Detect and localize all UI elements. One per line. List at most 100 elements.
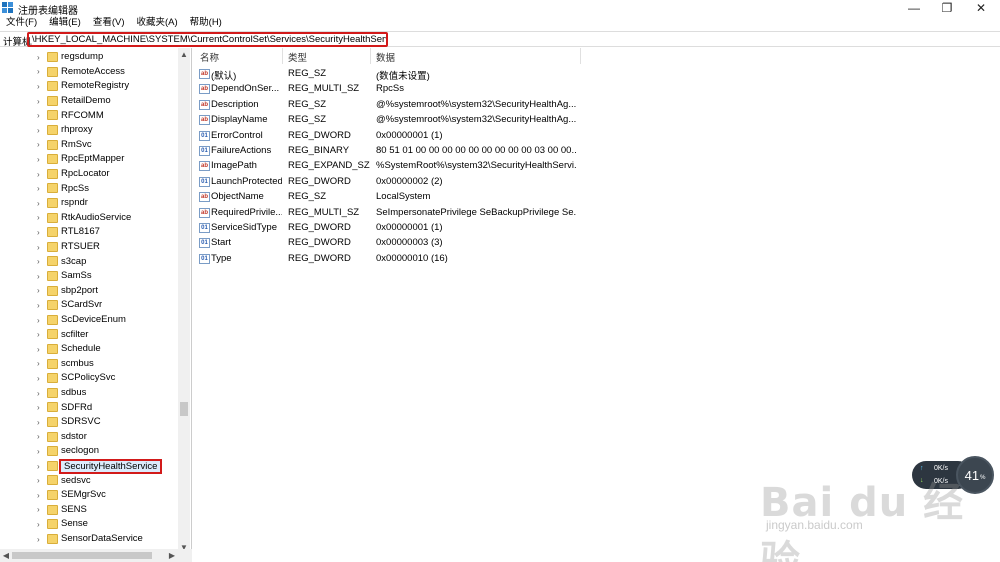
tree-item[interactable]: › RFCOMM [0,108,178,123]
expand-chevron-icon[interactable]: › [37,330,45,339]
value-row[interactable]: 01 ErrorControl REG_DWORD 0x00000001 (1) [194,129,594,144]
expand-chevron-icon[interactable]: › [37,272,45,281]
scroll-up-icon[interactable]: ▲ [178,48,190,60]
expand-chevron-icon[interactable]: › [37,67,45,76]
scroll-right-icon[interactable]: ▶ [166,549,178,562]
minimize-button[interactable]: — [899,0,929,16]
tree-item[interactable]: › ScDeviceEnum [0,313,178,328]
address-path-input[interactable]: \HKEY_LOCAL_MACHINE\SYSTEM\CurrentContro… [27,32,388,47]
menu-favorites[interactable]: 收藏夹(A) [130,16,183,30]
menu-edit[interactable]: 编辑(E) [43,16,87,30]
tree-item[interactable]: › SEMgrSvc [0,488,178,503]
tree-item[interactable]: › scfilter [0,327,178,342]
expand-chevron-icon[interactable]: › [37,228,45,237]
menu-view[interactable]: 查看(V) [87,16,131,30]
column-separator[interactable] [282,48,283,64]
value-row[interactable]: ab (默认) REG_SZ (数值未设置) [194,67,594,82]
horizontal-scroll-thumb[interactable] [12,552,152,559]
tree-item[interactable]: › SamSs [0,269,178,284]
expand-chevron-icon[interactable]: › [37,184,45,193]
expand-chevron-icon[interactable]: › [37,505,45,514]
tree-item[interactable]: › rhproxy [0,123,178,138]
column-header-name[interactable]: 名称 [200,50,219,64]
expand-chevron-icon[interactable]: › [37,126,45,135]
expand-chevron-icon[interactable]: › [37,359,45,368]
tree-item[interactable]: › sdbus [0,386,178,401]
value-row[interactable]: 01 FailureActions REG_BINARY 80 51 01 00 00… [194,144,594,159]
tree-vertical-scrollbar[interactable]: ▲ ▼ [178,48,190,553]
tree-item[interactable]: › Sense [0,517,178,532]
value-row[interactable]: ab DependOnSer... REG_MULTI_SZ RpcSs [194,82,594,97]
tree-item[interactable]: › scmbus [0,357,178,372]
scroll-left-icon[interactable]: ◀ [0,549,12,562]
expand-chevron-icon[interactable]: › [37,53,45,62]
value-row[interactable]: ab RequiredPrivile... REG_MULTI_SZ SeImpers… [194,206,594,221]
tree-item[interactable]: › seclogon [0,444,178,459]
expand-chevron-icon[interactable]: › [37,432,45,441]
expand-chevron-icon[interactable]: › [37,111,45,120]
tree-item[interactable]: › s3cap [0,254,178,269]
expand-chevron-icon[interactable]: › [37,389,45,398]
tree-item[interactable]: › RTL8167 [0,225,178,240]
tree-item[interactable]: › sdstor [0,430,178,445]
network-speed-widget[interactable]: ↑ 0K/s ↓ 0K/s 41% [912,456,994,494]
value-row[interactable]: ab DisplayName REG_SZ @%systemroot%\system3… [194,113,594,128]
tree-item[interactable]: › Schedule [0,342,178,357]
expand-chevron-icon[interactable]: › [37,345,45,354]
column-header-data[interactable]: 数据 [376,50,395,64]
value-row[interactable]: 01 Start REG_DWORD 0x00000003 (3) [194,236,594,251]
memory-usage-circle[interactable]: 41% [956,456,994,494]
value-row[interactable]: ab ImagePath REG_EXPAND_SZ %SystemRoot%\sys… [194,159,594,174]
expand-chevron-icon[interactable]: › [37,447,45,456]
tree-item[interactable]: › SCardSvr [0,298,178,313]
tree-item[interactable]: › RemoteRegistry [0,79,178,94]
value-row[interactable]: 01 ServiceSidType REG_DWORD 0x00000001 (1) [194,221,594,236]
expand-chevron-icon[interactable]: › [37,418,45,427]
value-row[interactable]: ab ObjectName REG_SZ LocalSystem [194,190,594,205]
expand-chevron-icon[interactable]: › [37,286,45,295]
expand-chevron-icon[interactable]: › [37,520,45,529]
expand-chevron-icon[interactable]: › [37,97,45,106]
expand-chevron-icon[interactable]: › [37,301,45,310]
tree-item[interactable]: › RpcLocator [0,167,178,182]
tree-item[interactable]: › RemoteAccess [0,65,178,80]
tree-item[interactable]: › RetailDemo [0,94,178,109]
close-button[interactable]: ✕ [966,0,996,16]
menu-file[interactable]: 文件(F) [0,16,43,30]
tree-item[interactable]: › RTSUER [0,240,178,255]
tree-item[interactable]: › sedsvc [0,473,178,488]
tree-item[interactable]: › regsdump [0,50,178,65]
column-separator[interactable] [370,48,371,64]
column-separator[interactable] [580,48,581,64]
expand-chevron-icon[interactable]: › [37,535,45,544]
expand-chevron-icon[interactable]: › [37,199,45,208]
value-row[interactable]: 01 LaunchProtected REG_DWORD 0x00000002 (2) [194,175,594,190]
tree-item[interactable]: › RpcSs [0,181,178,196]
tree-item[interactable]: › sbp2port [0,284,178,299]
maximize-button[interactable]: ❐ [932,0,962,16]
expand-chevron-icon[interactable]: › [37,155,45,164]
expand-chevron-icon[interactable]: › [37,374,45,383]
tree-item[interactable]: › SENS [0,503,178,518]
key-tree[interactable]: › regsdump › RemoteAccess › RemoteRegistry › Re… [0,48,192,553]
expand-chevron-icon[interactable]: › [37,170,45,179]
expand-chevron-icon[interactable]: › [37,257,45,266]
value-row[interactable]: 01 Type REG_DWORD 0x00000010 (16) [194,252,594,267]
tree-item[interactable]: › SCPolicySvc [0,371,178,386]
tree-item-selected[interactable]: › SecurityHealthService [0,458,178,474]
expand-chevron-icon[interactable]: › [37,316,45,325]
tree-item[interactable]: › rspndr [0,196,178,211]
tree-horizontal-scrollbar[interactable]: ◀ ▶ [0,549,192,562]
expand-chevron-icon[interactable]: › [37,82,45,91]
tree-item[interactable]: › RtkAudioService [0,211,178,226]
expand-chevron-icon[interactable]: › [37,462,45,471]
tree-item[interactable]: › SensorDataService [0,532,178,547]
tree-item[interactable]: › SDRSVC [0,415,178,430]
tree-item[interactable]: › RpcEptMapper [0,152,178,167]
value-row[interactable]: ab Description REG_SZ @%systemroot%\system3… [194,98,594,113]
scroll-thumb[interactable] [180,402,188,416]
expand-chevron-icon[interactable]: › [37,243,45,252]
tree-item[interactable]: › RmSvc [0,138,178,153]
tree-item[interactable]: › SDFRd [0,400,178,415]
menu-help[interactable]: 帮助(H) [184,16,228,30]
